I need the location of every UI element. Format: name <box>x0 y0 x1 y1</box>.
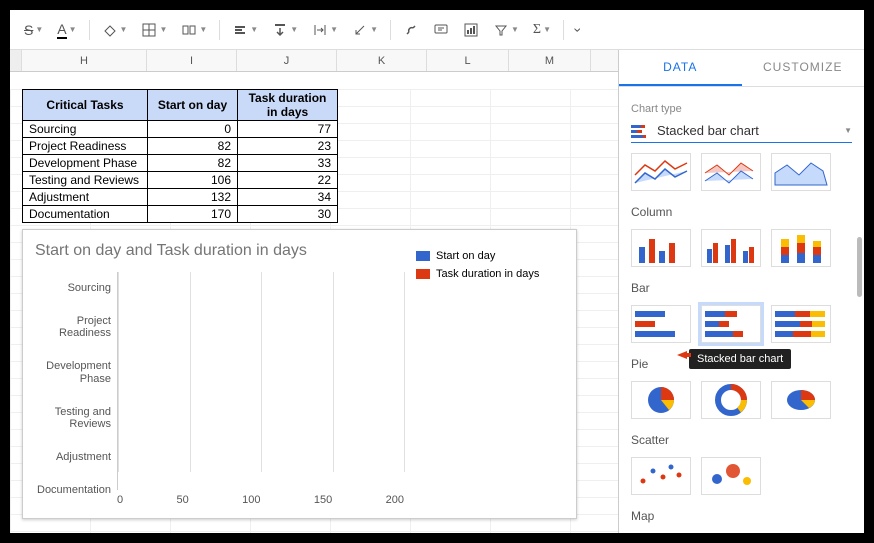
chart-thumb-area3[interactable] <box>771 153 831 191</box>
functions-button[interactable]: Σ▼ <box>527 18 557 42</box>
table-row: Development Phase8233 <box>23 155 338 172</box>
h-align-button[interactable]: ▼ <box>226 18 264 42</box>
borders-button[interactable]: ▼ <box>135 18 173 42</box>
chart-thumb-bubble[interactable] <box>701 457 761 495</box>
table-row: Adjustment13234 <box>23 189 338 206</box>
toolbar: S▼ A▼ ▼ ▼ ▼ ▼ ▼ ▼ ▼ ▼ Σ▼ › <box>10 10 864 50</box>
chart-type-value: Stacked bar chart <box>657 123 759 138</box>
col-header[interactable]: L <box>427 50 509 71</box>
chart-thumb-donut[interactable] <box>701 381 761 419</box>
tooltip: Stacked bar chart <box>689 349 791 369</box>
scrollbar[interactable] <box>857 237 862 297</box>
chart-y-labels: Sourcing ProjectReadiness DevelopmentPha… <box>35 272 117 506</box>
table-header[interactable]: Task duration in days <box>238 90 338 121</box>
expand-toolbar-button[interactable]: › <box>570 18 587 42</box>
stacked-bar-icon <box>631 124 649 138</box>
chart-legend: Start on day Task duration in days <box>404 242 564 506</box>
filter-button[interactable]: ▼ <box>487 18 525 42</box>
chart-x-ticks: 0 50 100 150 200 <box>117 490 404 506</box>
embedded-chart[interactable]: Start on day and Task duration in days S… <box>22 229 577 519</box>
fill-color-button[interactable]: ▼ <box>96 18 134 42</box>
table-row: Project Readiness8223 <box>23 138 338 155</box>
data-table[interactable]: Critical Tasks Start on day Task duratio… <box>22 89 338 223</box>
spreadsheet-area[interactable]: H I J K L M Critical Tasks Start on day … <box>10 50 618 533</box>
col-header[interactable]: H <box>22 50 147 71</box>
insert-chart-button[interactable] <box>457 18 485 42</box>
col-header[interactable]: J <box>237 50 337 71</box>
wrap-button[interactable]: ▼ <box>306 18 344 42</box>
cursor-icon <box>677 351 691 359</box>
rotate-button[interactable]: ▼ <box>346 18 384 42</box>
chart-type-label: Chart type <box>631 103 852 115</box>
v-align-button[interactable]: ▼ <box>266 18 304 42</box>
tab-data[interactable]: DATA <box>619 50 742 86</box>
chart-type-select[interactable]: Stacked bar chart ▼ <box>631 119 852 143</box>
chart-thumb-column-stacked[interactable] <box>771 229 831 267</box>
chart-thumb-column-grouped[interactable] <box>701 229 761 267</box>
chart-plot-area <box>117 272 404 490</box>
table-row: Testing and Reviews10622 <box>23 172 338 189</box>
comment-button[interactable] <box>427 18 455 42</box>
section-map: Map <box>631 509 852 523</box>
section-column: Column <box>631 205 852 219</box>
chart-thumb-100-stacked-bar[interactable] <box>771 305 831 343</box>
chart-thumb-pie[interactable] <box>631 381 691 419</box>
col-header[interactable]: M <box>509 50 591 71</box>
column-headers: H I J K L M <box>10 50 618 72</box>
link-button[interactable] <box>397 18 425 42</box>
chart-thumb-bar[interactable] <box>631 305 691 343</box>
chart-thumb-area1[interactable] <box>631 153 691 191</box>
chart-title: Start on day and Task duration in days <box>35 242 404 260</box>
merge-button[interactable]: ▼ <box>175 18 213 42</box>
chevron-down-icon: ▼ <box>844 126 852 135</box>
table-header[interactable]: Critical Tasks <box>23 90 148 121</box>
table-row: Sourcing077 <box>23 121 338 138</box>
table-header[interactable]: Start on day <box>148 90 238 121</box>
chart-thumb-pie-3d[interactable] <box>771 381 831 419</box>
col-header[interactable]: K <box>337 50 427 71</box>
strikethrough-button[interactable]: S▼ <box>18 18 49 42</box>
section-scatter: Scatter <box>631 433 852 447</box>
chart-thumb-stacked-bar[interactable] <box>701 305 761 343</box>
chart-editor-panel: Chart editor × DATA CUSTOMIZE Chart type… <box>618 50 864 533</box>
tab-customize[interactable]: CUSTOMIZE <box>742 50 865 86</box>
section-bar: Bar <box>631 281 852 295</box>
text-color-button[interactable]: A▼ <box>51 17 82 43</box>
col-header[interactable]: I <box>147 50 237 71</box>
chart-thumb-column[interactable] <box>631 229 691 267</box>
table-row: Documentation17030 <box>23 206 338 223</box>
chart-thumb-area2[interactable] <box>701 153 761 191</box>
chart-thumb-scatter[interactable] <box>631 457 691 495</box>
